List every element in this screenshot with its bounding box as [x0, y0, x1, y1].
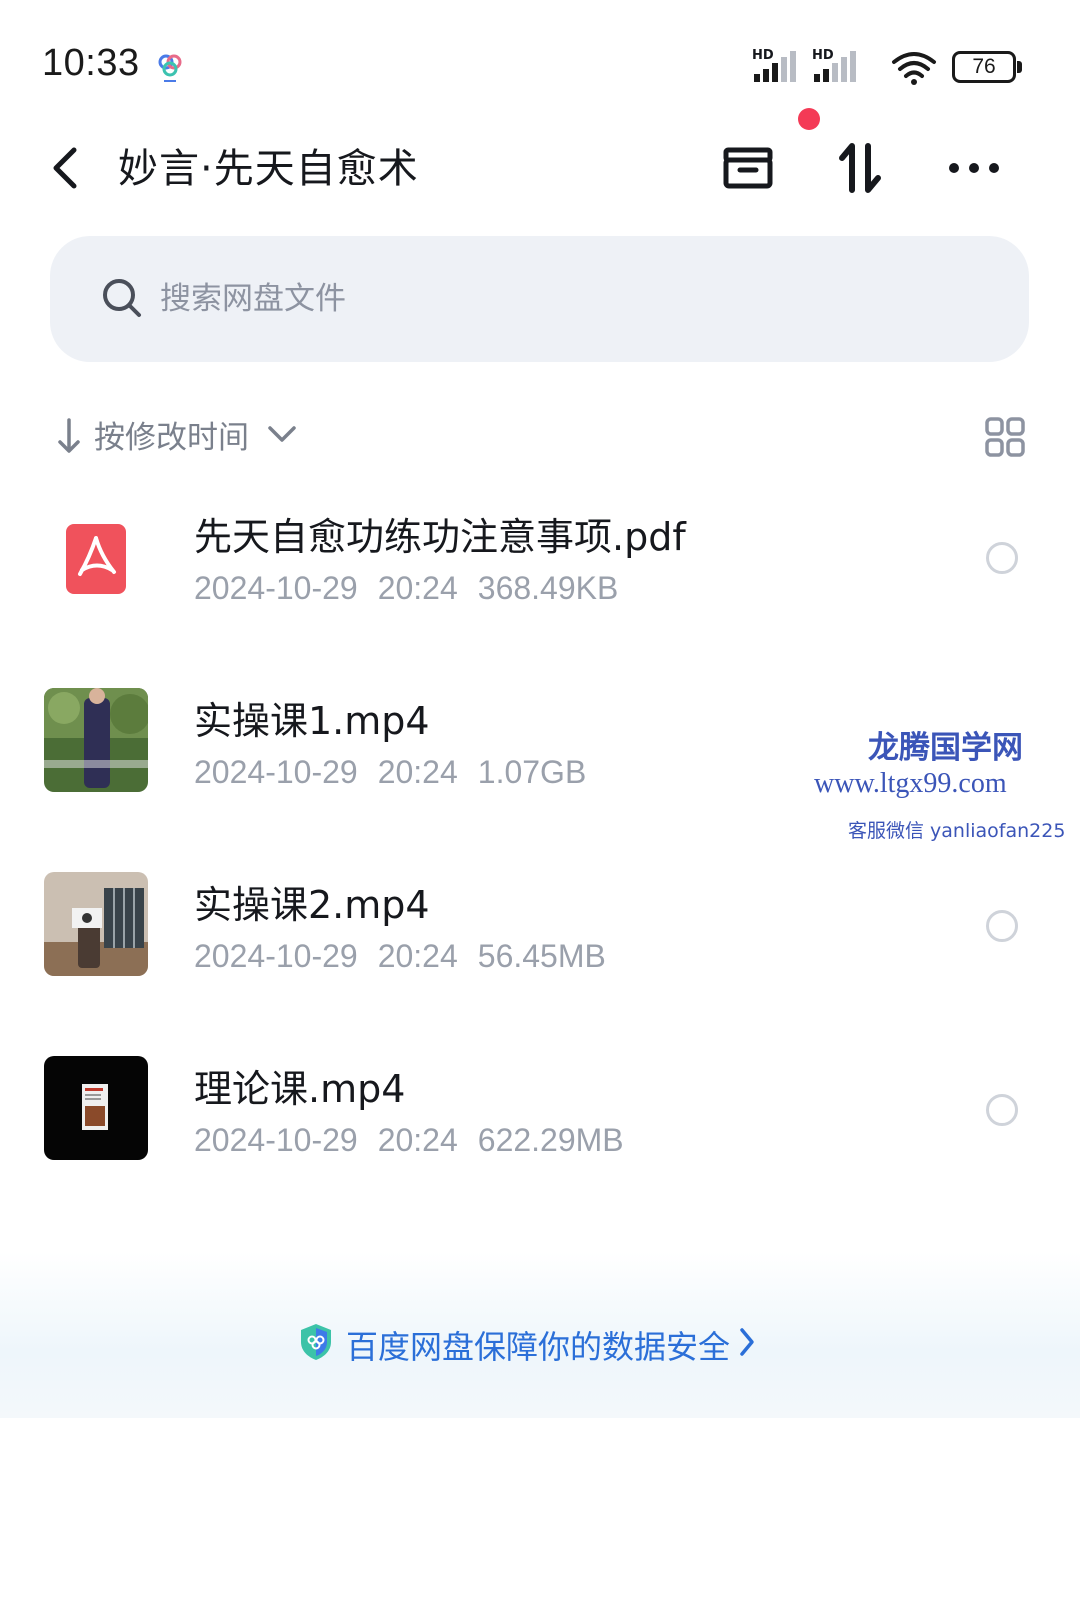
file-time: 20:24: [377, 1122, 458, 1158]
status-bar: 10:33 HD HD 76: [0, 0, 1080, 120]
video-thumbnail: [44, 872, 148, 976]
file-meta: 2024-10-29 20:24 622.29MB: [194, 1122, 644, 1159]
wifi-icon: [892, 52, 936, 85]
file-browser-screen: 10:33 HD HD 76 妙言·先天自愈术 搜索网盘文件 按修改时间 先天自…: [0, 0, 1080, 1606]
file-time: 20:24: [377, 570, 458, 606]
file-size: 622.29MB: [477, 1122, 624, 1158]
file-list-item[interactable]: 先天自愈功练功注意事项.pdf 2024-10-29 20:24 368.49KB: [0, 490, 1080, 640]
file-list-item[interactable]: 理论课.mp4 2024-10-29 20:24 622.29MB: [0, 1042, 1080, 1192]
search-bar[interactable]: [50, 236, 1029, 362]
battery-indicator: 76: [952, 51, 1022, 83]
file-size: 56.45MB: [477, 938, 606, 974]
chevron-down-icon[interactable]: [266, 420, 298, 448]
signal-1-icon: HD: [752, 48, 804, 84]
file-date: 2024-10-29: [194, 570, 358, 606]
select-radio[interactable]: [986, 542, 1018, 574]
archive-box-icon[interactable]: [718, 138, 778, 198]
page-title: 妙言·先天自愈术: [118, 146, 419, 192]
file-meta: 2024-10-29 20:24 368.49KB: [194, 570, 638, 607]
grid-view-icon[interactable]: [984, 416, 1026, 458]
search-input[interactable]: [160, 264, 860, 334]
file-size: 368.49KB: [477, 570, 619, 606]
signal-2-icon: HD: [812, 48, 864, 84]
transfer-icon[interactable]: [830, 138, 890, 198]
chevron-right-icon[interactable]: [738, 1326, 756, 1358]
file-name: 理论课.mp4: [194, 1067, 406, 1111]
file-date: 2024-10-29: [194, 754, 358, 790]
notification-badge: [798, 108, 820, 130]
video-thumbnail: [44, 688, 148, 792]
shield-icon: [301, 1324, 331, 1360]
file-list-item[interactable]: 实操课2.mp4 2024-10-29 20:24 56.45MB: [0, 858, 1080, 1008]
sort-bar: 按修改时间: [0, 404, 1080, 468]
file-time: 20:24: [377, 938, 458, 974]
video-thumbnail: [44, 1056, 148, 1160]
battery-tip: [1017, 61, 1022, 73]
file-date: 2024-10-29: [194, 938, 358, 974]
status-time: 10:33: [42, 42, 140, 84]
sort-descending-icon[interactable]: [56, 416, 82, 456]
file-name: 先天自愈功练功注意事项.pdf: [194, 515, 686, 559]
search-icon: [103, 279, 141, 317]
file-size: 1.07GB: [477, 754, 587, 790]
security-banner-text[interactable]: 百度网盘保障你的数据安全: [346, 1322, 730, 1368]
security-banner[interactable]: 百度网盘保障你的数据安全: [0, 1252, 1080, 1418]
more-icon[interactable]: [944, 138, 1004, 198]
file-list-item[interactable]: 实操课1.mp4 2024-10-29 20:24 1.07GB: [0, 674, 1080, 824]
pdf-file-icon: [66, 524, 126, 594]
file-name: 实操课2.mp4: [194, 883, 430, 927]
select-radio[interactable]: [986, 1094, 1018, 1126]
file-time: 20:24: [377, 754, 458, 790]
battery-level: 76: [952, 51, 1016, 83]
file-name: 实操课1.mp4: [194, 699, 430, 743]
file-meta: 2024-10-29 20:24 56.45MB: [194, 938, 626, 975]
file-date: 2024-10-29: [194, 1122, 358, 1158]
baidu-netdisk-status-icon: [158, 54, 182, 82]
sort-mode-label[interactable]: 按修改时间: [94, 412, 249, 457]
back-icon[interactable]: [46, 144, 86, 192]
header: 妙言·先天自愈术: [0, 120, 1080, 216]
select-radio[interactable]: [986, 910, 1018, 942]
file-meta: 2024-10-29 20:24 1.07GB: [194, 754, 606, 791]
